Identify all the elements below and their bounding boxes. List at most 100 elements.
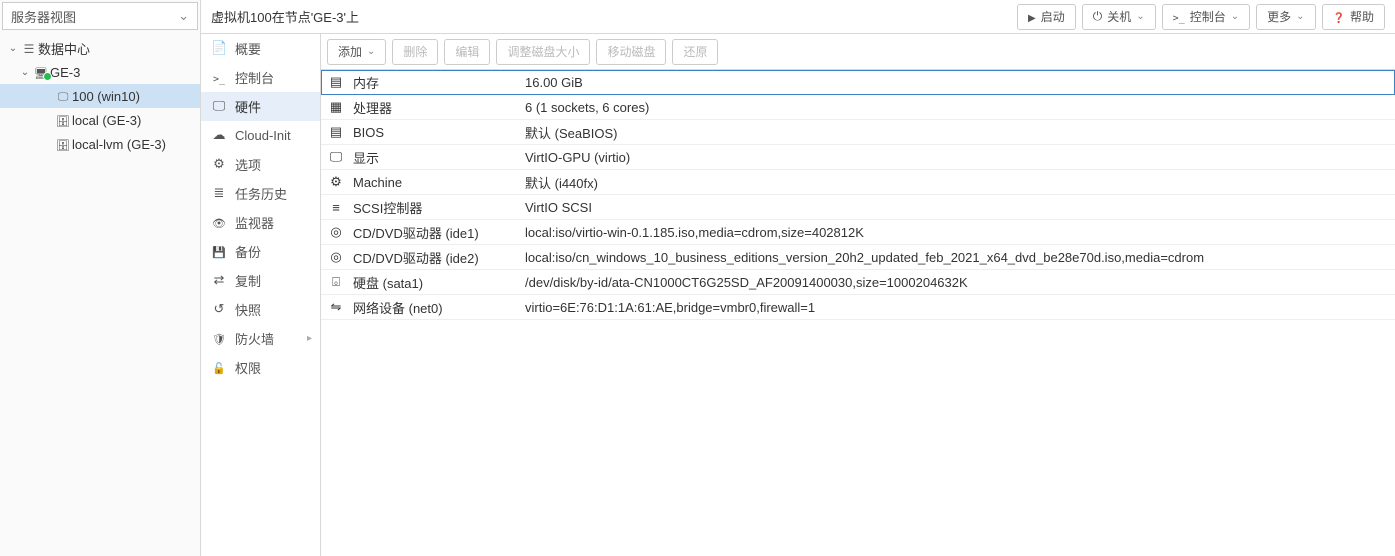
hardware-row[interactable]: 处理器6 (1 sockets, 6 cores)	[321, 95, 1395, 120]
storage-icon	[54, 113, 72, 128]
page-title: 虚拟机100在节点'GE-3'上	[211, 7, 1011, 26]
hardware-toolbar: 添加 ⌄ 删除 编辑 调整磁盘大小 移动磁盘 还原	[321, 34, 1395, 70]
hw-val: 16.00 GiB	[521, 75, 1395, 90]
chevron-down-icon: ⌄	[1231, 11, 1239, 22]
help-icon	[1333, 10, 1345, 24]
hw-val: VirtIO SCSI	[521, 200, 1395, 215]
power-icon	[1093, 9, 1103, 24]
subnav-backup[interactable]: 备份	[201, 237, 320, 266]
hardware-row[interactable]: BIOS默认 (SeaBIOS)	[321, 120, 1395, 145]
hw-val: 默认 (SeaBIOS)	[521, 123, 1395, 142]
eye-icon	[211, 215, 227, 230]
hw-val: virtio=6E:76:D1:1A:61:AE,bridge=vmbr0,fi…	[521, 300, 1395, 315]
more-button[interactable]: 更多 ⌄	[1256, 4, 1315, 30]
list-icon	[211, 185, 227, 201]
hw-key: BIOS	[351, 125, 521, 140]
btn-label: 更多	[1267, 8, 1291, 25]
display-icon	[321, 149, 351, 165]
hardware-row[interactable]: Machine默认 (i440fx)	[321, 170, 1395, 195]
topbar: 虚拟机100在节点'GE-3'上 启动 关机 ⌄ 控制台 ⌄ 更多 ⌄ 帮	[201, 0, 1395, 34]
console-button[interactable]: 控制台 ⌄	[1162, 4, 1250, 30]
tree-storage-local-lvm[interactable]: local-lvm (GE-3)	[0, 132, 200, 156]
hw-key: Machine	[351, 175, 521, 190]
gear-icon	[211, 156, 227, 172]
sidebar: 服务器视图 ⌄ ⌄ 数据中心 ⌄ GE-3 100 (win10) local …	[0, 0, 201, 556]
resize-button[interactable]: 调整磁盘大小	[496, 39, 590, 65]
play-icon	[1028, 10, 1036, 24]
move-button[interactable]: 移动磁盘	[596, 39, 666, 65]
subnav-label: 备份	[235, 242, 261, 261]
subnav-tasks[interactable]: 任务历史	[201, 179, 320, 208]
hardware-row[interactable]: 硬盘 (sata1)/dev/disk/by-id/ata-CN1000CT6G…	[321, 270, 1395, 295]
scsi-icon	[321, 200, 351, 215]
subnav-cloudinit[interactable]: Cloud-Init	[201, 121, 320, 150]
tree-label: 100 (win10)	[72, 89, 140, 104]
subnav-label: 硬件	[235, 97, 261, 116]
subnav-firewall[interactable]: 防火墙 ▸	[201, 324, 320, 353]
hw-key: SCSI控制器	[351, 198, 521, 217]
collapse-icon[interactable]: ⌄	[6, 43, 20, 54]
collapse-icon[interactable]: ⌄	[18, 67, 32, 78]
subnav-console[interactable]: 控制台	[201, 63, 320, 92]
btn-label: 删除	[403, 43, 427, 60]
hardware-panel: 添加⌄ 删除 编辑 调整磁盘大小 移动磁盘 还原 内存16.00 GiB处理器6…	[321, 34, 1395, 556]
add-button[interactable]: 添加 ⌄	[327, 39, 386, 65]
subnav-snapshot[interactable]: 快照	[201, 295, 320, 324]
hw-val: VirtIO-GPU (virtio)	[521, 150, 1395, 165]
revert-button[interactable]: 还原	[672, 39, 718, 65]
tree-label: local (GE-3)	[72, 113, 141, 128]
view-selector[interactable]: 服务器视图 ⌄	[2, 2, 198, 30]
hw-key: 处理器	[351, 98, 521, 117]
subnav-label: 防火墙	[235, 329, 274, 348]
hardware-row[interactable]: 显示VirtIO-GPU (virtio)	[321, 145, 1395, 170]
subnav-label: 控制台	[235, 68, 274, 87]
hw-val: local:iso/virtio-win-0.1.185.iso,media=c…	[521, 225, 1395, 240]
hw-key: 网络设备 (net0)	[351, 298, 521, 317]
btn-label: 添加	[338, 43, 362, 60]
tree-datacenter[interactable]: ⌄ 数据中心	[0, 36, 200, 60]
unlock-icon	[211, 360, 227, 375]
edit-button[interactable]: 编辑	[444, 39, 490, 65]
shutdown-button[interactable]: 关机 ⌄	[1082, 4, 1156, 30]
subnav-options[interactable]: 选项	[201, 150, 320, 179]
tree-label: GE-3	[50, 65, 80, 80]
hardware-row[interactable]: SCSI控制器VirtIO SCSI	[321, 195, 1395, 220]
btn-label: 启动	[1041, 8, 1065, 25]
disc-icon	[321, 249, 351, 265]
btn-label: 控制台	[1190, 8, 1226, 25]
chevron-down-icon: ⌄	[367, 46, 375, 57]
help-button[interactable]: 帮助	[1322, 4, 1385, 30]
subnav-label: 选项	[235, 155, 261, 174]
btn-label: 移动磁盘	[607, 43, 655, 60]
cloud-icon	[211, 127, 227, 143]
resource-tree: ⌄ 数据中心 ⌄ GE-3 100 (win10) local (GE-3) l…	[0, 32, 200, 160]
btn-label: 编辑	[455, 43, 479, 60]
replication-icon	[211, 272, 227, 288]
subnav-summary[interactable]: 概要	[201, 34, 320, 63]
hw-key: 内存	[351, 73, 521, 92]
tree-node[interactable]: ⌄ GE-3	[0, 60, 200, 84]
hardware-row[interactable]: CD/DVD驱动器 (ide1)local:iso/virtio-win-0.1…	[321, 220, 1395, 245]
shield-icon	[211, 331, 227, 346]
view-selector-label: 服务器视图	[11, 7, 76, 26]
start-button[interactable]: 启动	[1017, 4, 1076, 30]
hw-key: 硬盘 (sata1)	[351, 273, 521, 292]
hardware-row[interactable]: 内存16.00 GiB	[321, 70, 1395, 95]
hardware-row[interactable]: CD/DVD驱动器 (ide2)local:iso/cn_windows_10_…	[321, 245, 1395, 270]
subnav-monitor[interactable]: 监视器	[201, 208, 320, 237]
tree-label: 数据中心	[38, 39, 90, 58]
storage-icon	[54, 137, 72, 152]
main: 虚拟机100在节点'GE-3'上 启动 关机 ⌄ 控制台 ⌄ 更多 ⌄ 帮	[201, 0, 1395, 556]
tree-storage-local[interactable]: local (GE-3)	[0, 108, 200, 132]
hardware-icon	[211, 98, 227, 114]
subnav-permissions[interactable]: 权限	[201, 353, 320, 382]
hw-key: CD/DVD驱动器 (ide1)	[351, 223, 521, 242]
subnav-replication[interactable]: 复制	[201, 266, 320, 295]
hardware-row[interactable]: 网络设备 (net0)virtio=6E:76:D1:1A:61:AE,brid…	[321, 295, 1395, 320]
subnav-hardware[interactable]: 硬件	[201, 92, 320, 121]
subnav: 概要 控制台 硬件 Cloud-Init 选项 任务历史 监视器 备份 复制 快…	[201, 34, 321, 556]
tree-vm-100[interactable]: 100 (win10)	[0, 84, 200, 108]
chevron-down-icon: ⌄	[1136, 11, 1144, 22]
remove-button[interactable]: 删除	[392, 39, 438, 65]
chevron-right-icon: ▸	[307, 333, 312, 344]
